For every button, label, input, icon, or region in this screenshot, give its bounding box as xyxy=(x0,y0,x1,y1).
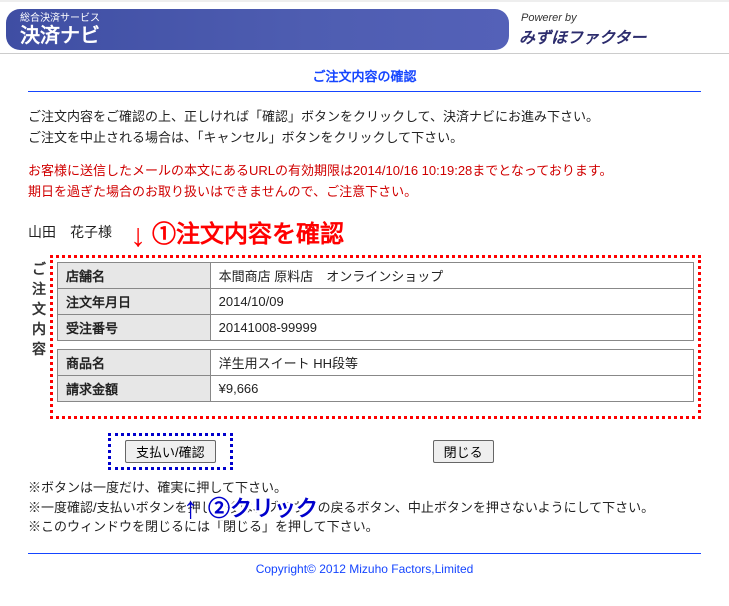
value-number: 20141008-99999 xyxy=(210,315,693,341)
annotation-step-1: ↓ ①注文内容を確認 xyxy=(130,214,344,249)
confirm-button-highlight: 支払い/確認 xyxy=(108,433,233,470)
order-side-label-text: ご注文内容 xyxy=(32,261,46,357)
label-product: 商品名 xyxy=(58,350,211,376)
confirm-button[interactable]: 支払い/確認 xyxy=(125,440,216,463)
powered-by: Powerer by みずほファクター xyxy=(519,6,729,53)
value-product: 洋生用スイート HH段等 xyxy=(210,350,693,376)
annotation-step-1-text: ①注文内容を確認 xyxy=(152,214,344,249)
down-arrow-icon: ↓ xyxy=(130,219,146,251)
powered-label: Powerer by xyxy=(521,12,719,24)
intro-text: ご注文内容をご確認の上、正しければ「確認」ボタンをクリックして、決済ナビにお進み… xyxy=(28,106,701,146)
footer: Copyright© 2012 Mizuho Factors,Limited xyxy=(28,553,701,576)
content-area: ご注文内容の確認 ご注文内容をご確認の上、正しければ「確認」ボタンをクリックして… xyxy=(0,54,729,586)
value-date: 2014/10/09 xyxy=(210,289,693,315)
brand-pill: 総合決済サービス 決済ナビ xyxy=(6,9,509,50)
page-root: 総合決済サービス 決済ナビ Powerer by みずほファクター ご注文内容の… xyxy=(0,0,729,606)
warning-text: お客様に送信したメールの本文にあるURLの有効期限は2014/10/16 10:… xyxy=(28,160,701,200)
table-row: 受注番号 20141008-99999 xyxy=(58,315,694,341)
brand-subtitle: 総合決済サービス xyxy=(20,13,509,25)
intro-line-1: ご注文内容をご確認の上、正しければ「確認」ボタンをクリックして、決済ナビにお進み… xyxy=(28,106,701,125)
label-number: 受注番号 xyxy=(58,315,211,341)
note-line-2: ※一度確認/支払いボタンを押した後は、ブラウザの戻るボタン、中止ボタンを押さない… xyxy=(28,498,701,518)
button-row: 支払い/確認 閉じる xyxy=(28,433,701,470)
close-button[interactable]: 閉じる xyxy=(433,440,494,463)
intro-line-2: ご注文を中止される場合は、「キャンセル」ボタンをクリックして下さい。 xyxy=(28,127,701,146)
table-row: 商品名 洋生用スイート HH段等 xyxy=(58,350,694,376)
customer-row: 山田 花子様 ↓ ①注文内容を確認 xyxy=(28,214,701,249)
label-amount: 請求金額 xyxy=(58,376,211,402)
value-shop: 本間商店 原料店 オンラインショップ xyxy=(210,263,693,289)
note-line-1: ※ボタンは一度だけ、確実に押して下さい。 xyxy=(28,478,701,498)
order-header-table: 店舗名 本間商店 原料店 オンラインショップ 注文年月日 2014/10/09 … xyxy=(57,262,694,341)
brand-title: 決済ナビ xyxy=(20,25,509,47)
customer-name: 山田 花子様 xyxy=(28,222,112,242)
order-section: ご注文内容 店舗名 本間商店 原料店 オンラインショップ 注文年月日 2014/… xyxy=(28,255,701,419)
order-highlight-box: 店舗名 本間商店 原料店 オンラインショップ 注文年月日 2014/10/09 … xyxy=(50,255,701,419)
order-side-label: ご注文内容 xyxy=(28,255,50,419)
page-title: ご注文内容の確認 xyxy=(28,66,701,92)
label-shop: 店舗名 xyxy=(58,263,211,289)
powered-name: みずほファクター xyxy=(519,24,719,48)
label-date: 注文年月日 xyxy=(58,289,211,315)
warning-line-1: お客様に送信したメールの本文にあるURLの有効期限は2014/10/16 10:… xyxy=(28,160,701,179)
order-detail-table: 商品名 洋生用スイート HH段等 請求金額 ¥9,666 xyxy=(57,349,694,402)
table-row: 請求金額 ¥9,666 xyxy=(58,376,694,402)
value-amount: ¥9,666 xyxy=(210,376,693,402)
warning-line-2: 期日を過ぎた場合のお取り扱いはできませんので、ご注意下さい。 xyxy=(28,181,701,200)
header-bar: 総合決済サービス 決済ナビ Powerer by みずほファクター xyxy=(0,6,729,54)
table-row: 店舗名 本間商店 原料店 オンラインショップ xyxy=(58,263,694,289)
top-rule xyxy=(0,0,729,2)
table-row: 注文年月日 2014/10/09 xyxy=(58,289,694,315)
notes-block: ※ボタンは一度だけ、確実に押して下さい。 ※一度確認/支払いボタンを押した後は、… xyxy=(28,478,701,537)
